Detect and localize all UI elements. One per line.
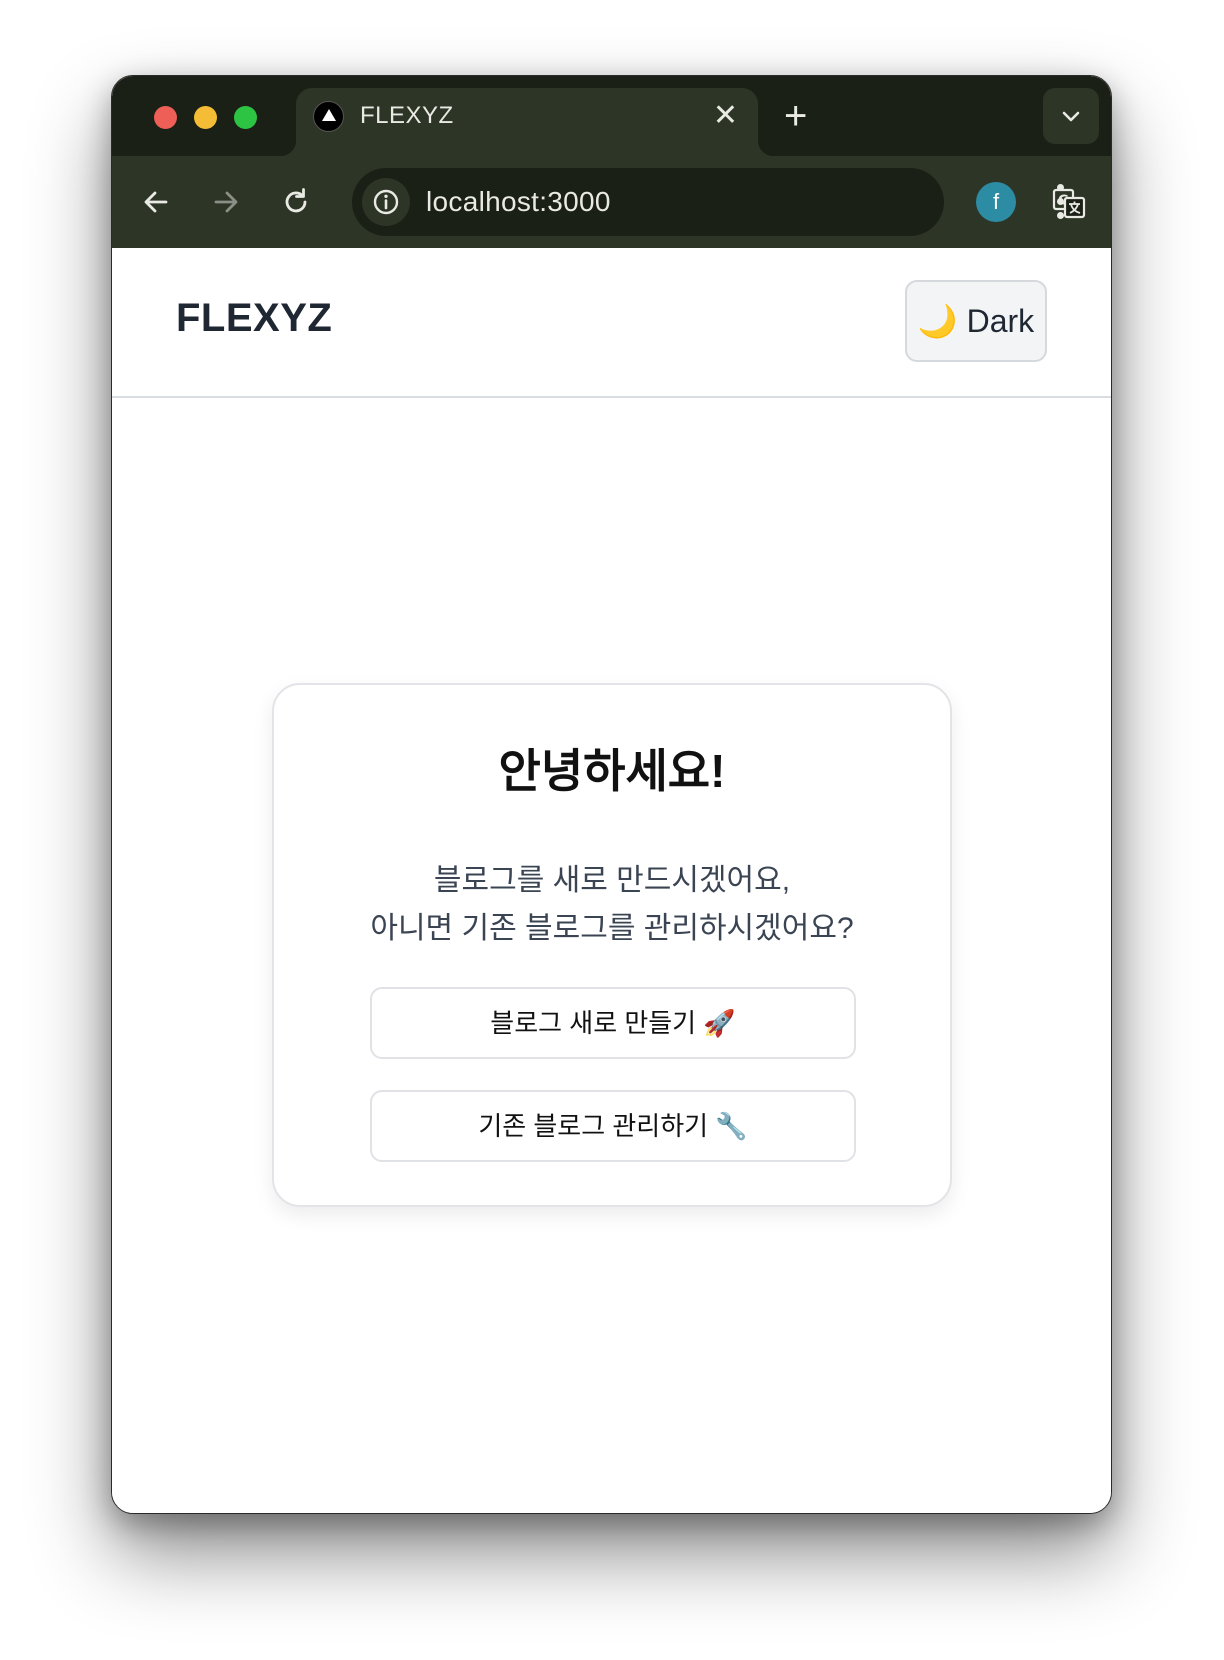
page-content: FLEXYZ 🌙 Dark 안녕하세요! 블로그를 새로 만드시겠어요, 아니면… xyxy=(112,248,1111,1513)
create-blog-button[interactable]: 블로그 새로 만들기 🚀 xyxy=(370,987,856,1059)
tab-title: FLEXYZ xyxy=(360,102,454,129)
site-header: FLEXYZ 🌙 Dark xyxy=(112,248,1111,398)
info-icon xyxy=(373,189,399,215)
description-line: 블로그를 새로 만드시겠어요, xyxy=(433,864,791,897)
chevron-down-icon xyxy=(1062,111,1080,122)
address-bar[interactable]: localhost:3000 G xyxy=(352,168,1086,236)
maximize-window-button[interactable] xyxy=(234,106,257,129)
tab-close-icon[interactable]: ✕ xyxy=(713,98,738,134)
tab-search-button[interactable] xyxy=(1043,88,1099,144)
back-icon[interactable] xyxy=(138,184,174,220)
close-window-button[interactable] xyxy=(154,106,177,129)
dark-mode-toggle[interactable]: 🌙 Dark xyxy=(905,280,1047,362)
favicon-icon xyxy=(313,101,344,132)
card-description: 블로그를 새로 만드시겠어요, 아니면 기존 블로그를 관리하시겠어요? xyxy=(274,857,950,953)
new-tab-button[interactable]: + xyxy=(784,94,807,138)
profile-avatar[interactable]: f xyxy=(976,182,1016,222)
site-logo[interactable]: FLEXYZ xyxy=(176,296,332,341)
browser-toolbar: localhost:3000 G f xyxy=(112,156,1111,248)
reload-icon[interactable] xyxy=(278,184,314,220)
description-line: 아니면 기존 블로그를 관리하시겠어요? xyxy=(370,912,854,945)
manage-blog-button[interactable]: 기존 블로그 관리하기 🔧 xyxy=(370,1090,856,1162)
menu-icon[interactable] xyxy=(1054,182,1066,222)
welcome-card: 안녕하세요! 블로그를 새로 만드시겠어요, 아니면 기존 블로그를 관리하시겠… xyxy=(272,683,952,1207)
card-title: 안녕하세요! xyxy=(498,745,726,797)
forward-icon[interactable] xyxy=(208,184,244,220)
browser-window: FLEXYZ ✕ + localhost:3000 f FLEXYZ 🌙 Dar… xyxy=(111,75,1112,1514)
minimize-window-button[interactable] xyxy=(194,106,217,129)
site-info-button[interactable] xyxy=(362,178,410,226)
browser-tab[interactable]: FLEXYZ ✕ xyxy=(280,88,774,156)
url-text[interactable]: localhost:3000 xyxy=(426,186,611,218)
title-bar: FLEXYZ ✕ + xyxy=(112,76,1111,156)
